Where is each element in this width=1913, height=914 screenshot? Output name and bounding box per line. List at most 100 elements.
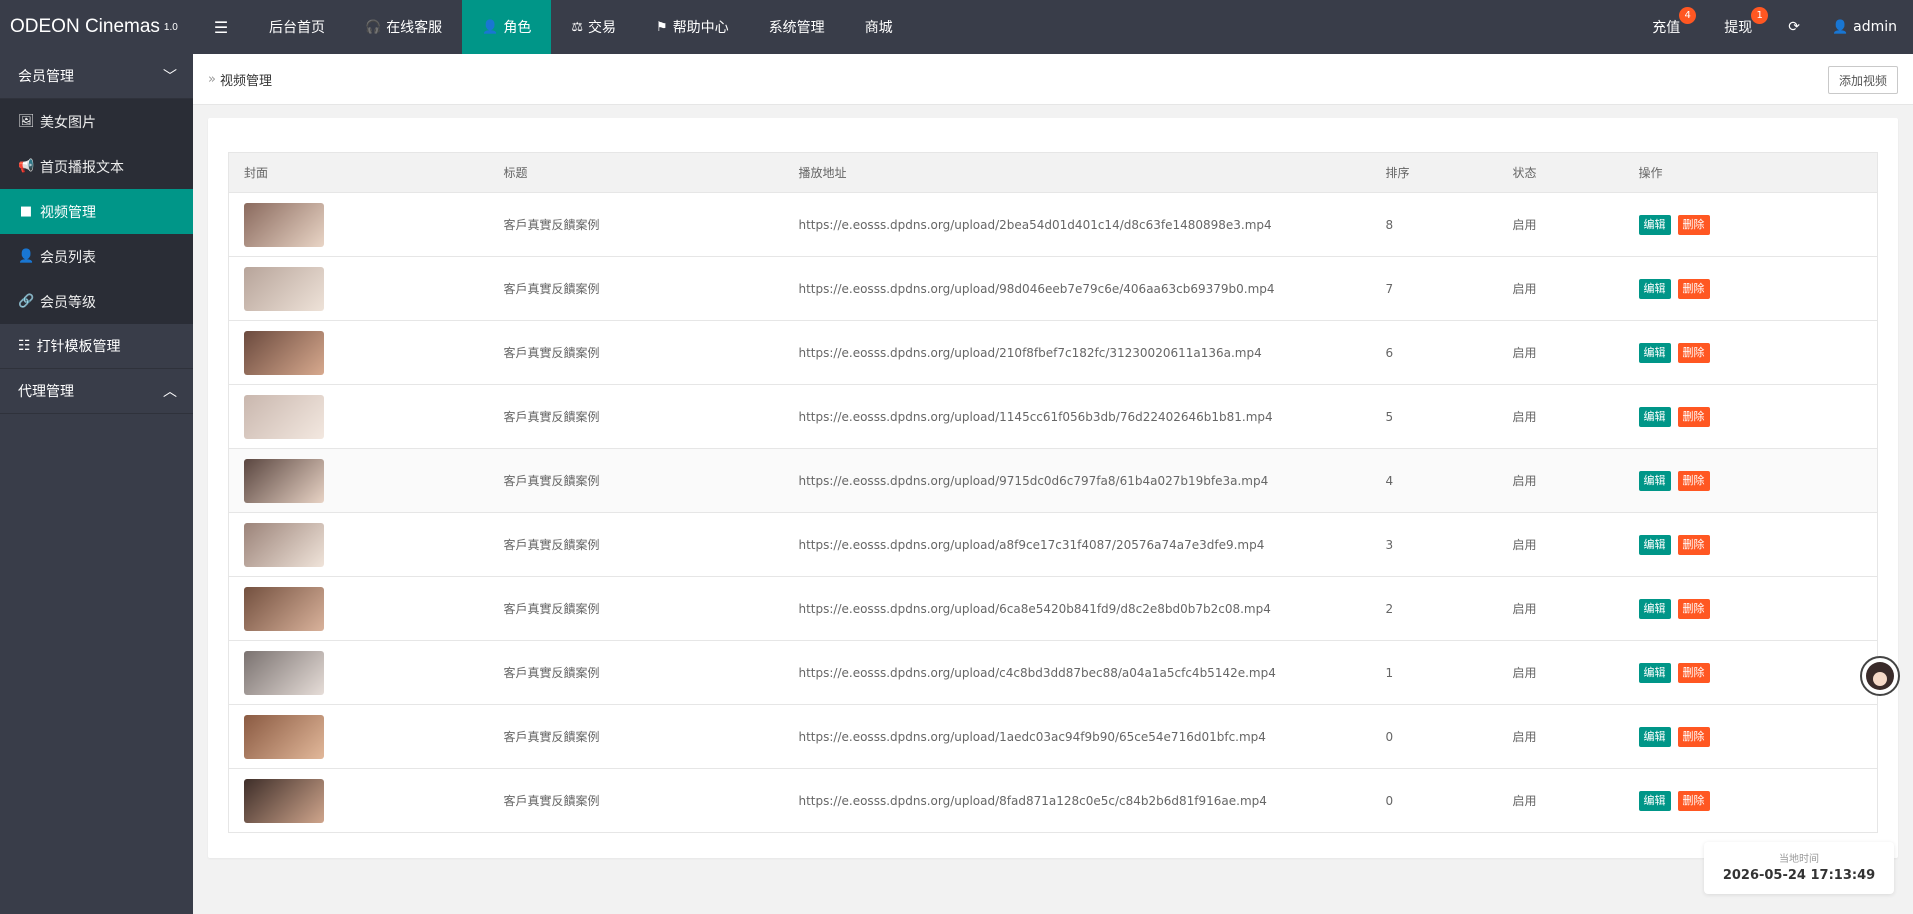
sidebar-item-videos[interactable]: ■ 视频管理 — [0, 189, 193, 234]
nav-role[interactable]: 👤 角色 — [462, 0, 552, 54]
video-cover-thumbnail[interactable] — [244, 714, 324, 759]
sidebar-group-label: 会员管理 — [18, 69, 74, 85]
delete-button[interactable]: 删除 — [1677, 790, 1710, 811]
cell-url: https://e.eosss.dpdns.org/upload/6ca8e54… — [783, 576, 1371, 641]
cell-url: https://e.eosss.dpdns.org/upload/a8f9ce1… — [783, 512, 1371, 577]
breadcrumb-current: 视频管理 — [219, 73, 272, 89]
video-cover-thumbnail[interactable] — [244, 266, 324, 311]
nav-label: 在线客服 — [386, 20, 443, 36]
edit-button[interactable]: 编辑 — [1638, 470, 1671, 491]
nav-help[interactable]: ⚑ 帮助中心 — [636, 0, 749, 54]
cell-status: 启用 — [1497, 768, 1624, 833]
refresh-icon[interactable]: ⟳ — [1774, 0, 1814, 54]
delete-button[interactable]: 删除 — [1677, 726, 1710, 747]
video-cover-thumbnail[interactable] — [244, 202, 324, 247]
delete-button[interactable]: 删除 — [1677, 278, 1710, 299]
video-cover-thumbnail[interactable] — [244, 650, 324, 695]
video-cover-thumbnail[interactable] — [244, 778, 324, 823]
cell-sort: 1 — [1370, 640, 1498, 705]
cell-sort: 8 — [1370, 192, 1498, 257]
sidebar-group-template[interactable]: ☷ 打针模板管理 — [0, 324, 193, 369]
top-header: ODEON Cinemas 1.0 ☰ 后台首页 🎧 在线客服 👤 角色 ⚖ 交易 ⚑ 帮… — [0, 0, 1913, 54]
withdraw-button[interactable]: 提现 1 — [1702, 0, 1774, 54]
nav-label: 商城 — [864, 20, 893, 36]
cell-actions: 编辑 删除 — [1623, 192, 1878, 257]
cell-title: 客戶真實反饋案例 — [488, 384, 784, 449]
cell-title: 客戶真實反饋案例 — [488, 640, 784, 705]
nav-label: 角色 — [503, 20, 532, 36]
user-menu[interactable]: 👤 admin — [1814, 0, 1913, 54]
delete-button[interactable]: 删除 — [1677, 342, 1710, 363]
cell-cover — [228, 448, 489, 513]
nav-mall[interactable]: 商城 — [845, 0, 913, 54]
cell-url: https://e.eosss.dpdns.org/upload/9715dc0… — [783, 448, 1371, 513]
edit-button[interactable]: 编辑 — [1638, 534, 1671, 555]
video-cover-thumbnail[interactable] — [244, 330, 324, 375]
user-icon: 👤 — [18, 249, 35, 264]
edit-button[interactable]: 编辑 — [1638, 662, 1671, 683]
sidebar-group-agent[interactable]: 代理管理 ︿ — [0, 369, 193, 414]
nav-trade[interactable]: ⚖ 交易 — [551, 0, 636, 54]
cell-url: https://e.eosss.dpdns.org/upload/8fad871… — [783, 768, 1371, 833]
delete-button[interactable]: 删除 — [1677, 534, 1710, 555]
user-icon: 👤 — [482, 19, 499, 35]
nav-system[interactable]: 系统管理 — [749, 0, 845, 54]
edit-button[interactable]: 编辑 — [1638, 598, 1671, 619]
cell-cover — [228, 640, 489, 705]
column-header-title: 标题 — [488, 152, 784, 193]
table-header-row: 封面 标题 播放地址 排序 状态 操作 — [228, 152, 1878, 193]
video-cover-thumbnail[interactable] — [244, 522, 324, 567]
video-cover-thumbnail[interactable] — [244, 394, 324, 439]
sidebar-item-label: 首页播报文本 — [40, 159, 124, 176]
edit-button[interactable]: 编辑 — [1638, 790, 1671, 811]
add-video-button[interactable]: 添加视频 — [1827, 66, 1898, 94]
edit-button[interactable]: 编辑 — [1638, 406, 1671, 427]
sidebar-group-member[interactable]: 会员管理 ﹀ — [0, 54, 193, 99]
edit-button[interactable]: 编辑 — [1638, 726, 1671, 747]
delete-button[interactable]: 删除 — [1677, 470, 1710, 491]
video-cover-thumbnail[interactable] — [244, 586, 324, 631]
edit-button[interactable]: 编辑 — [1638, 214, 1671, 235]
edit-button[interactable]: 编辑 — [1638, 278, 1671, 299]
cell-title: 客戶真實反饋案例 — [488, 512, 784, 577]
top-nav: 后台首页 🎧 在线客服 👤 角色 ⚖ 交易 ⚑ 帮助中心 系统管理 商城 — [249, 0, 913, 54]
column-header-url: 播放地址 — [783, 152, 1371, 193]
sidebar-item-label: 会员列表 — [40, 249, 96, 266]
sidebar-group-label: 代理管理 — [18, 384, 74, 400]
cell-cover — [228, 704, 489, 769]
link-icon: 🔗 — [18, 294, 35, 309]
sidebar-item-broadcast[interactable]: 📢 首页播报文本 — [0, 144, 193, 189]
cell-status: 启用 — [1497, 640, 1624, 705]
delete-button[interactable]: 删除 — [1677, 598, 1710, 619]
cell-actions: 编辑 删除 — [1623, 448, 1878, 513]
nav-online-service[interactable]: 🎧 在线客服 — [345, 0, 462, 54]
video-cover-thumbnail[interactable] — [244, 458, 324, 503]
brand-logo[interactable]: ODEON Cinemas 1.0 — [0, 0, 193, 54]
sidebar-item-levels[interactable]: 🔗 会员等级 — [0, 279, 193, 324]
cell-sort: 2 — [1370, 576, 1498, 641]
sidebar: 会员管理 ﹀ 🖼 美女图片 📢 首页播报文本 ■ 视频管理 👤 会员列表 🔗 会员等级 ☷… — [0, 54, 193, 914]
nav-label: 后台首页 — [269, 20, 325, 36]
table-row: 客戶真實反饋案例 https://e.eosss.dpdns.org/upload… — [228, 448, 1878, 513]
nav-dashboard[interactable]: 后台首页 — [249, 0, 345, 54]
table-row: 客戶真實反饋案例 https://e.eosss.dpdns.org/upload… — [228, 576, 1878, 641]
edit-button[interactable]: 编辑 — [1638, 342, 1671, 363]
delete-button[interactable]: 删除 — [1677, 662, 1710, 683]
cell-title: 客戶真實反饋案例 — [488, 320, 784, 385]
cell-url: https://e.eosss.dpdns.org/upload/2bea54d… — [783, 192, 1371, 257]
cell-title: 客戶真實反饋案例 — [488, 448, 784, 513]
delete-button[interactable]: 删除 — [1677, 406, 1710, 427]
megaphone-icon: 📢 — [18, 159, 35, 174]
support-avatar[interactable] — [1860, 656, 1900, 696]
sidebar-item-photos[interactable]: 🖼 美女图片 — [0, 99, 193, 144]
hamburger-icon[interactable]: ☰ — [193, 0, 249, 54]
withdraw-badge: 1 — [1751, 7, 1769, 24]
flag-icon: ⚑ — [656, 19, 668, 35]
local-time-label: 当地时间 — [1779, 854, 1819, 865]
local-time-widget: 当地时间 2026-05-24 17:13:49 — [1704, 842, 1894, 894]
sidebar-item-members[interactable]: 👤 会员列表 — [0, 234, 193, 279]
cell-sort: 5 — [1370, 384, 1498, 449]
delete-button[interactable]: 删除 — [1677, 214, 1710, 235]
recharge-button[interactable]: 充值 4 — [1630, 0, 1702, 54]
sidebar-item-label: 美女图片 — [40, 114, 96, 131]
